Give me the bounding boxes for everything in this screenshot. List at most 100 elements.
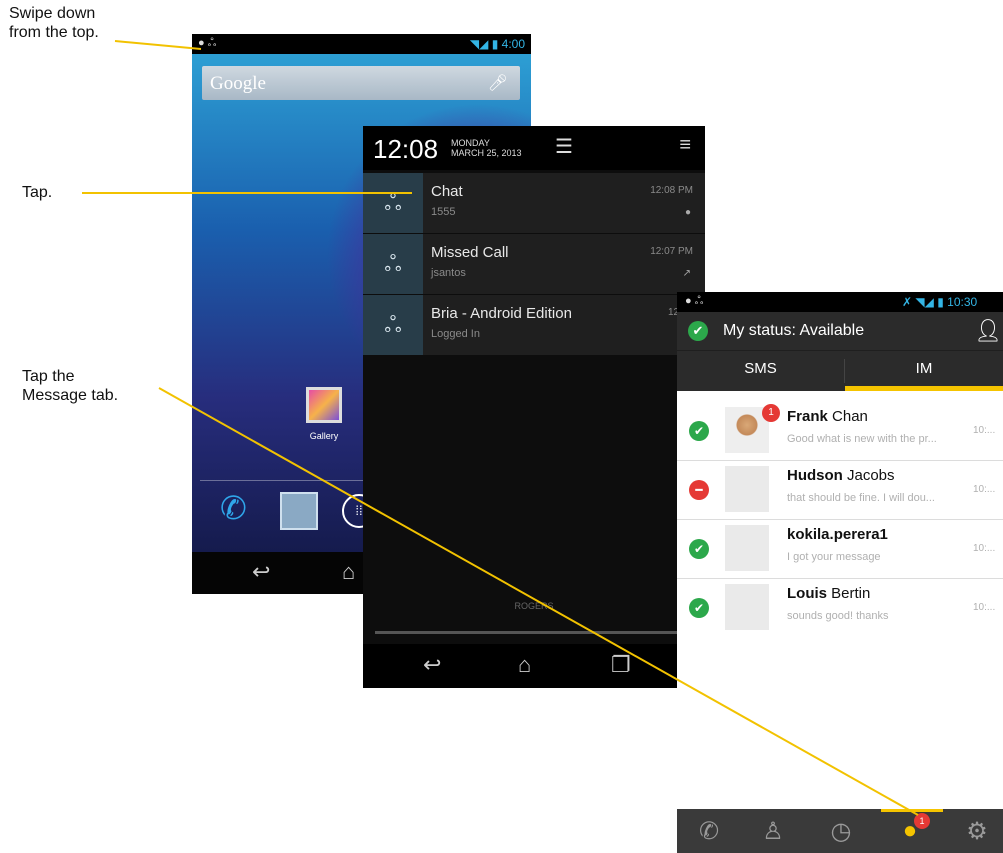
shade-day: MONDAY (451, 138, 490, 148)
callout-swipe-line1: Swipe down (9, 5, 96, 22)
notification-subtitle: jsantos (431, 267, 466, 279)
notification-chat[interactable]: ஃ Chat 1555 12:08 PM ● (363, 173, 705, 233)
bria-icon: ஃ (363, 295, 423, 355)
bria-icon: ஃ (207, 37, 217, 49)
contact-row[interactable]: ✔ Louis Bertin sounds good! thanks 10:..… (677, 579, 1003, 637)
tab-sms[interactable]: SMS (677, 351, 844, 387)
quick-settings-icon[interactable]: ☰ (555, 134, 573, 159)
callout-swipe: Swipe down from the top. (9, 4, 99, 42)
contact-row[interactable]: ━ Hudson Jacobs that should be fine. I w… (677, 461, 1003, 520)
notification-subtitle: 1555 (431, 206, 456, 218)
my-status-bar[interactable]: ✔ My status: Available 👤︎ (677, 312, 1003, 350)
avatar (725, 584, 769, 630)
chat-icon: ● (198, 37, 205, 49)
unread-badge: 1 (762, 404, 780, 422)
recent-apps-icon[interactable]: ❐ (611, 652, 631, 678)
contact-name: Hudson Jacobs (787, 467, 895, 484)
bria-icon: ஃ (363, 173, 423, 233)
shade-time: 12:08 (373, 134, 439, 164)
contact-name: Frank Chan (787, 408, 868, 425)
callout-message-line1: Tap the (22, 368, 75, 385)
missed-call-icon: ↗ (682, 268, 691, 279)
notification-title: Bria - Android Edition (431, 305, 572, 322)
phone-icon[interactable]: ✆ (220, 489, 247, 527)
phone-icon[interactable]: ✆ (691, 817, 727, 847)
contact-first-name: Hudson (787, 467, 843, 484)
back-icon[interactable]: ↩ (423, 652, 441, 678)
notification-shade: 12:08 MONDAY MARCH 25, 2013 ☰ ≡ ஃ Chat 1… (363, 126, 705, 688)
contacts-icon[interactable]: ♙ (755, 817, 791, 847)
available-status-icon: ✔ (689, 539, 709, 559)
callout-tap: Tap. (22, 183, 52, 202)
callout-message-line2: Message tab. (22, 387, 119, 404)
chat-icon: ● (684, 207, 691, 218)
message-time: 10:... (973, 543, 996, 554)
last-message: Good what is new with the pr... (787, 433, 937, 445)
battery-icon: ▮ (937, 295, 944, 309)
shade-date: MONDAY MARCH 25, 2013 (451, 138, 522, 158)
signal-icon: ◢ (924, 295, 934, 309)
shade-drag-handle[interactable] (375, 631, 693, 634)
message-time: 10:... (973, 425, 996, 436)
gallery-icon (306, 387, 342, 423)
contact-name: kokila.perera1 (787, 526, 888, 543)
notification-title: Missed Call (431, 244, 509, 261)
notification-missed-call[interactable]: ஃ Missed Call jsantos 12:07 PM ↗ (363, 234, 705, 294)
leader-line-swipe (114, 40, 202, 50)
notification-bria[interactable]: ஃ Bria - Android Edition Logged In 12:06 (363, 295, 705, 355)
callout-tap-line1: Tap. (22, 184, 53, 201)
clear-notifications-icon[interactable]: ≡ (679, 134, 691, 157)
wifi-icon: ◥ (915, 295, 925, 309)
last-message: I got your message (787, 551, 881, 563)
chat-icon: ● (685, 295, 692, 307)
bria-status-bar: ● ஃ ✗ ◥◢ ▮ 10:30 (677, 292, 1003, 312)
contact-name: Louis Bertin (787, 585, 870, 602)
home-status-time: 4:00 (501, 37, 525, 51)
contact-first-name: Louis (787, 585, 827, 602)
home-status-bar[interactable]: ● ஃ ◥◢ ▮ 4:00 (192, 34, 531, 54)
avatar (725, 466, 769, 512)
messages-icon[interactable]: ● 1 (892, 813, 930, 847)
wifi-icon: ◥ (469, 37, 480, 51)
messages-badge: 1 (914, 813, 930, 829)
battery-icon: ▮ (491, 37, 499, 51)
busy-status-icon: ━ (689, 480, 709, 500)
bria-app-screen: ● ஃ ✗ ◥◢ ▮ 10:30 ✔ My status: Available … (677, 292, 1003, 853)
last-message: sounds good! thanks (787, 610, 889, 622)
contact-last-name: Jacobs (847, 467, 895, 484)
available-status-icon: ✔ (689, 598, 709, 618)
mic-icon[interactable]: 🎤︎ (488, 73, 508, 93)
last-message: that should be fine. I will dou... (787, 492, 935, 504)
message-time: 10:... (973, 484, 996, 495)
available-status-icon: ✔ (689, 421, 709, 441)
settings-icon[interactable]: ⚙ (959, 817, 995, 847)
contact-first-name: kokila.perera1 (787, 526, 888, 543)
tab-bar: SMS IM (677, 350, 1003, 391)
shade-nav-bar: ↩ ⌂ ❐ (363, 644, 705, 688)
contact-first-name: Frank (787, 408, 828, 425)
home-icon[interactable]: ⌂ (342, 559, 355, 585)
notification-subtitle: Logged In (431, 328, 480, 340)
notification-title: Chat (431, 183, 463, 200)
contact-row[interactable]: ✔ 1 Frank Chan Good what is new with the… (677, 402, 1003, 461)
home-icon[interactable]: ⌂ (518, 652, 531, 678)
back-icon[interactable]: ↩ (252, 559, 270, 585)
contact-row[interactable]: ✔ kokila.perera1 I got your message 10:.… (677, 520, 1003, 579)
google-search-bar[interactable]: Google 🎤︎ (202, 66, 520, 100)
shade-full-date: MARCH 25, 2013 (451, 148, 522, 158)
notification-time: 12:07 PM (650, 246, 693, 257)
callout-message-tab: Tap the Message tab. (22, 367, 118, 405)
contact-last-name: Bertin (831, 585, 871, 602)
tab-im[interactable]: IM (845, 351, 1003, 391)
mute-icon: ✗ (902, 295, 913, 309)
message-time: 10:... (973, 602, 996, 613)
contacts-icon[interactable] (280, 492, 318, 530)
bria-icon: ஃ (694, 295, 704, 307)
available-status-icon: ✔ (688, 321, 708, 341)
bottom-nav-bar: ✆ ♙ ◷ ● 1 ⚙ (677, 809, 1003, 853)
gallery-shortcut[interactable]: Gallery (302, 387, 346, 441)
bria-status-time: 10:30 (947, 295, 978, 309)
add-contact-icon[interactable]: 👤︎ (974, 318, 1002, 344)
carrier-label: ROGERS (514, 601, 554, 611)
history-icon[interactable]: ◷ (823, 817, 859, 847)
